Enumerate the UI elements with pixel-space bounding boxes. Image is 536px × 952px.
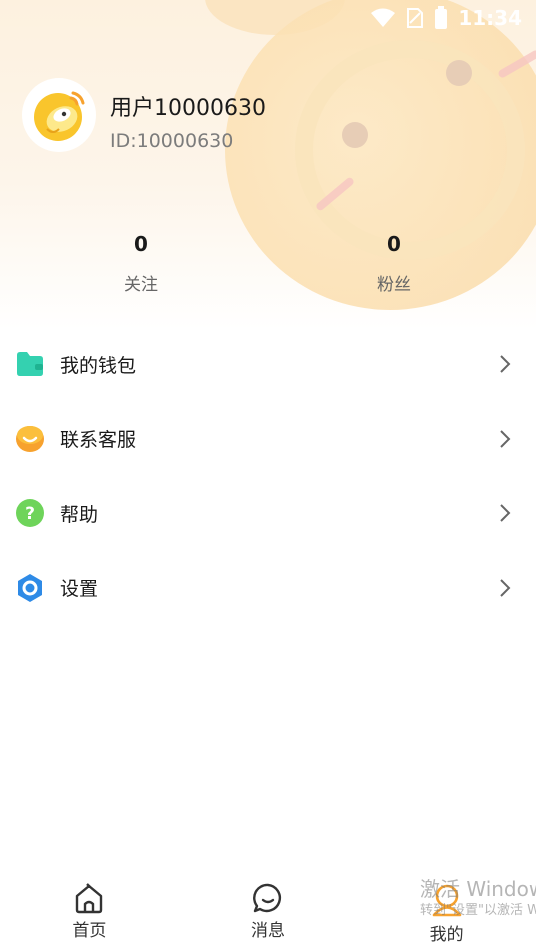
status-time: 11:34 <box>458 6 522 30</box>
following-count: 0 <box>134 232 148 256</box>
wallet-icon <box>15 349 45 379</box>
tab-label-home: 首页 <box>72 921 107 941</box>
tab-messages[interactable]: 消息 <box>179 874 358 952</box>
svg-text:?: ? <box>25 504 35 524</box>
user-name: 用户10000630 <box>110 96 266 121</box>
following-stat[interactable]: 0 关注 <box>81 232 201 295</box>
chevron-right-icon <box>500 355 511 373</box>
chevron-right-icon <box>500 430 511 448</box>
battery-icon <box>435 6 448 29</box>
decorative-dot <box>446 60 472 86</box>
user-id: ID:10000630 <box>110 130 234 152</box>
menu-label-wallet: 我的钱包 <box>60 354 137 377</box>
watermark-title: 激活 Windows <box>420 877 536 901</box>
sim-icon <box>407 8 424 28</box>
settings-icon <box>15 573 45 603</box>
followers-stat[interactable]: 0 粉丝 <box>334 232 454 295</box>
menu-item-wallet[interactable]: 我的钱包 <box>0 327 536 402</box>
watermark-subtitle: 转到"设置"以激活 Windows。 <box>420 903 536 918</box>
customer-service-icon <box>15 424 45 454</box>
tab-home[interactable]: 首页 <box>0 874 179 952</box>
decorative-ring <box>295 40 525 260</box>
menu-item-customer-service[interactable]: 联系客服 <box>0 402 536 477</box>
avatar[interactable] <box>22 78 96 152</box>
followers-label: 粉丝 <box>377 275 411 295</box>
followers-count: 0 <box>387 232 401 256</box>
menu-item-help[interactable]: ? 帮助 <box>0 476 536 551</box>
wifi-icon <box>371 8 396 27</box>
decorative-dot <box>342 122 368 148</box>
chevron-right-icon <box>500 579 511 597</box>
menu-item-settings[interactable]: 设置 <box>0 551 536 626</box>
windows-activation-watermark: 激活 Windows 转到"设置"以激活 Windows。 <box>420 876 536 926</box>
chevron-right-icon <box>500 504 511 522</box>
menu-list: 我的钱包 联系客服 ? 帮助 设置 <box>0 327 536 625</box>
help-icon: ? <box>15 498 45 528</box>
menu-label-help: 帮助 <box>60 503 99 526</box>
menu-label-customer-service: 联系客服 <box>60 429 137 452</box>
message-icon <box>253 883 281 913</box>
bird-mascot-icon <box>34 91 85 141</box>
menu-label-settings: 设置 <box>60 578 99 601</box>
following-label: 关注 <box>124 275 158 295</box>
home-icon <box>76 883 103 914</box>
tab-label-messages: 消息 <box>251 921 285 941</box>
status-bar: 11:34 <box>0 0 536 36</box>
